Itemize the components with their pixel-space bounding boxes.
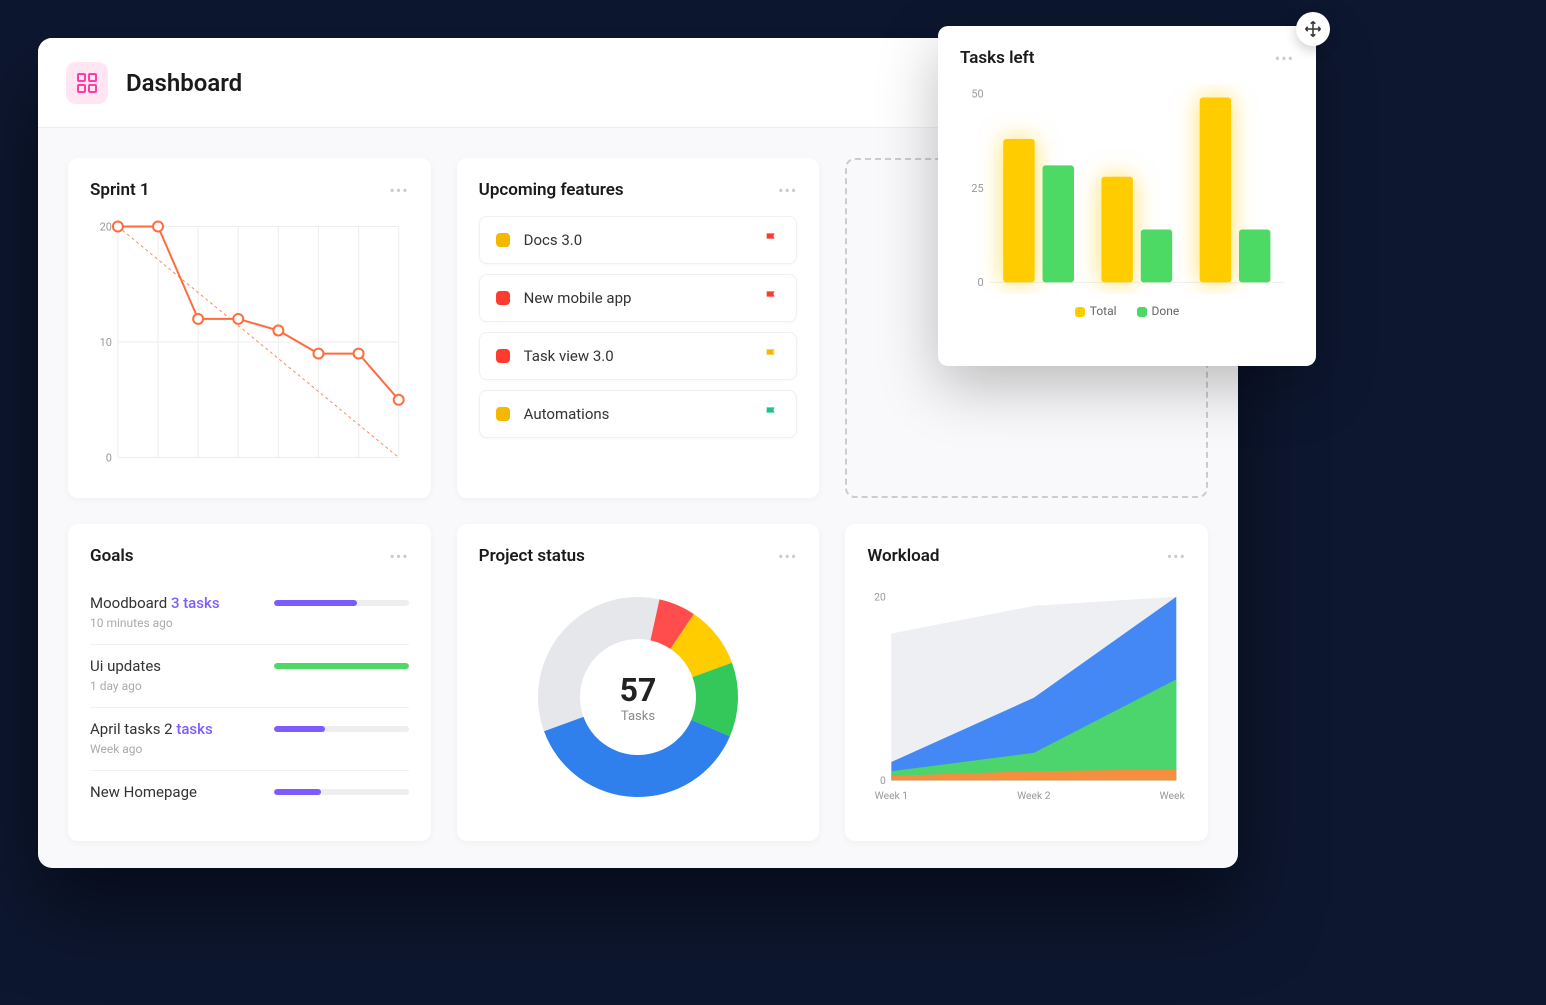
- goal-list: Moodboard 3 tasks 10 minutes ago Ui upda…: [90, 582, 409, 819]
- svg-text:Week 3: Week 3: [1160, 789, 1186, 802]
- goal-title: New Homepage: [90, 783, 262, 801]
- svg-text:0: 0: [106, 452, 112, 465]
- card-title-goals: Goals: [90, 546, 134, 566]
- progress-bar: [274, 600, 409, 606]
- svg-text:Week 2: Week 2: [1017, 789, 1051, 802]
- tasks-left-chart: 0 25 50: [960, 84, 1294, 294]
- move-handle-icon[interactable]: [1296, 12, 1330, 46]
- status-dot: [496, 233, 510, 247]
- donut-center-value: 57: [620, 671, 657, 709]
- svg-text:20: 20: [100, 220, 112, 233]
- card-menu-icon[interactable]: •••: [1275, 49, 1294, 68]
- feature-name: Task view 3.0: [524, 347, 751, 365]
- svg-text:10: 10: [100, 336, 112, 349]
- goal-item[interactable]: April tasks 2 tasks Week ago: [90, 708, 409, 771]
- goal-meta: 10 minutes ago: [90, 616, 262, 630]
- workload-chart: 0 20 Week 1 Week 2 Week 3: [867, 582, 1186, 812]
- card-menu-icon[interactable]: •••: [1167, 547, 1186, 566]
- card-title-tasks-left: Tasks left: [960, 48, 1034, 68]
- card-workload: Workload ••• 0 20 Week 1 Week 2 Week 3: [845, 524, 1208, 841]
- legend-total: Total: [1090, 304, 1117, 318]
- card-title-workload: Workload: [867, 546, 939, 566]
- donut-center-label: Tasks: [620, 709, 657, 724]
- svg-text:0: 0: [977, 276, 983, 289]
- goal-item[interactable]: Moodboard 3 tasks 10 minutes ago: [90, 582, 409, 645]
- status-dot: [496, 291, 510, 305]
- feature-item[interactable]: Task view 3.0: [479, 332, 798, 380]
- svg-text:Week 1: Week 1: [875, 789, 908, 802]
- goal-meta: Week ago: [90, 742, 262, 756]
- card-title-sprint: Sprint 1: [90, 180, 150, 200]
- goal-title: Moodboard 3 tasks: [90, 594, 262, 612]
- goal-title: Ui updates: [90, 657, 262, 675]
- feature-item[interactable]: Docs 3.0: [479, 216, 798, 264]
- sprint-chart: 0 10 20: [90, 216, 409, 476]
- goal-meta: 1 day ago: [90, 679, 262, 693]
- card-menu-icon[interactable]: •••: [389, 181, 408, 200]
- feature-name: New mobile app: [524, 289, 751, 307]
- tasks-left-legend: Total Done: [960, 304, 1294, 318]
- card-tasks-left-floating[interactable]: Tasks left ••• 0 25 50 Total Done: [938, 26, 1316, 366]
- progress-bar: [274, 726, 409, 732]
- card-menu-icon[interactable]: •••: [778, 181, 797, 200]
- svg-text:50: 50: [971, 88, 983, 101]
- card-project-status: Project status ••• 57 Tasks: [457, 524, 820, 841]
- progress-bar: [274, 663, 409, 669]
- feature-name: Automations: [524, 405, 751, 423]
- svg-text:20: 20: [874, 590, 886, 603]
- goal-item[interactable]: New Homepage: [90, 771, 409, 819]
- flag-icon: [764, 348, 780, 364]
- feature-item[interactable]: Automations: [479, 390, 798, 438]
- card-sprint: Sprint 1 ••• 0 10 20: [68, 158, 431, 498]
- status-dot: [496, 407, 510, 421]
- progress-bar: [274, 789, 409, 795]
- card-goals: Goals ••• Moodboard 3 tasks 10 minutes a…: [68, 524, 431, 841]
- flag-icon: [764, 232, 780, 248]
- status-dot: [496, 349, 510, 363]
- svg-text:0: 0: [880, 774, 886, 787]
- flag-icon: [764, 406, 780, 422]
- goal-item[interactable]: Ui updates 1 day ago: [90, 645, 409, 708]
- card-title-upcoming: Upcoming features: [479, 180, 624, 200]
- card-title-project-status: Project status: [479, 546, 585, 566]
- card-menu-icon[interactable]: •••: [389, 547, 408, 566]
- flag-icon: [764, 290, 780, 306]
- feature-name: Docs 3.0: [524, 231, 751, 249]
- card-upcoming-features: Upcoming features ••• Docs 3.0 New mobil…: [457, 158, 820, 498]
- donut-chart: 57 Tasks: [479, 582, 798, 812]
- page-title: Dashboard: [126, 69, 242, 97]
- svg-text:25: 25: [971, 182, 983, 195]
- card-menu-icon[interactable]: •••: [778, 547, 797, 566]
- feature-list: Docs 3.0 New mobile app Task view 3.0 Au…: [479, 216, 798, 438]
- goal-title: April tasks 2 tasks: [90, 720, 262, 738]
- dashboard-icon: [66, 62, 108, 104]
- legend-done: Done: [1152, 304, 1180, 318]
- feature-item[interactable]: New mobile app: [479, 274, 798, 322]
